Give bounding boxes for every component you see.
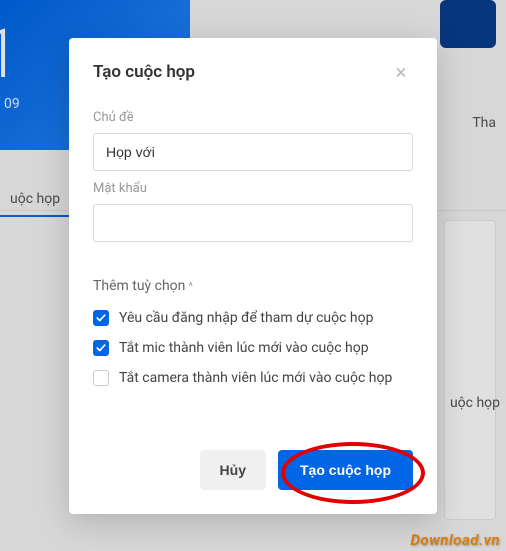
- more-options-label: Thêm tuỳ chọn: [93, 278, 185, 294]
- checkbox-label: Tắt mic thành viên lúc mới vào cuộc họp: [119, 340, 369, 356]
- check-icon: [96, 343, 106, 353]
- checkbox-label: Yêu cầu đăng nhập để tham dự cuộc họp: [119, 310, 374, 326]
- close-button[interactable]: ×: [389, 60, 413, 84]
- password-label: Mật khẩu: [93, 181, 413, 196]
- option-mute-mic: Tắt mic thành viên lúc mới vào cuộc họp: [93, 340, 413, 356]
- subject-input[interactable]: [93, 133, 413, 171]
- modal-overlay: Tạo cuộc họp × Chủ đề Mật khẩu Thêm tuỳ …: [0, 0, 506, 551]
- chevron-up-icon: ^: [188, 280, 193, 293]
- checkbox-mute-mic[interactable]: [93, 340, 109, 356]
- subject-label: Chủ đề: [93, 110, 413, 125]
- create-button[interactable]: Tạo cuộc họp: [278, 450, 413, 490]
- modal-body: Chủ đề Mật khẩu Thêm tuỳ chọn ^ Yêu cầu …: [69, 110, 437, 420]
- modal-header: Tạo cuộc họp ×: [69, 38, 437, 100]
- modal-footer: Hủy Tạo cuộc họp: [69, 450, 437, 514]
- check-icon: [96, 313, 106, 323]
- cancel-button[interactable]: Hủy: [200, 450, 266, 490]
- close-icon: ×: [396, 62, 407, 82]
- modal-title: Tạo cuộc họp: [93, 62, 195, 82]
- checkbox-label: Tắt camera thành viên lúc mới vào cuộc h…: [119, 370, 392, 386]
- checkbox-disable-camera[interactable]: [93, 370, 109, 386]
- create-meeting-modal: Tạo cuộc họp × Chủ đề Mật khẩu Thêm tuỳ …: [69, 38, 437, 514]
- checkbox-require-login[interactable]: [93, 310, 109, 326]
- password-input[interactable]: [93, 204, 413, 242]
- option-require-login: Yêu cầu đăng nhập để tham dự cuộc họp: [93, 310, 413, 326]
- more-options-toggle[interactable]: Thêm tuỳ chọn ^: [93, 278, 413, 294]
- option-disable-camera: Tắt camera thành viên lúc mới vào cuộc h…: [93, 370, 413, 386]
